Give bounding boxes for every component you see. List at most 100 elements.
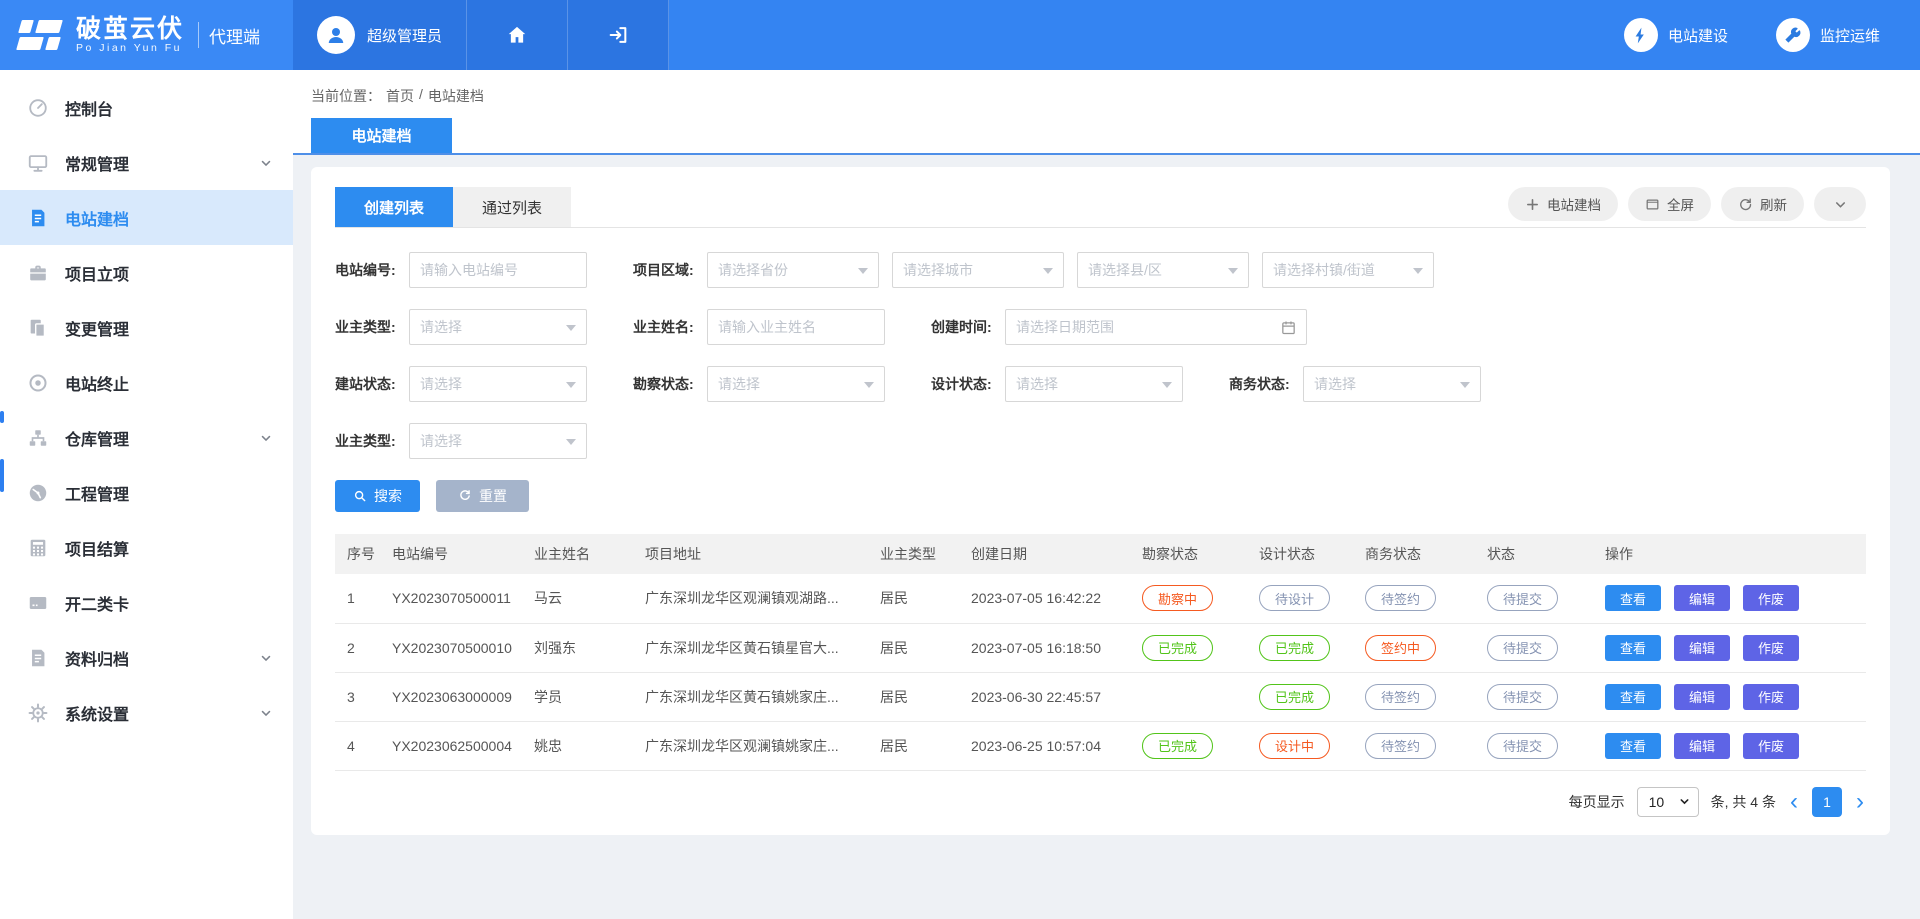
reset-button[interactable]: 重置: [436, 480, 529, 512]
view-row-button[interactable]: 查看: [1605, 733, 1661, 759]
void-row-button[interactable]: 作废: [1743, 733, 1799, 759]
brand-logo-icon: [18, 17, 64, 53]
design-status-select[interactable]: 请选择: [1005, 366, 1183, 402]
owner-type-label: 业主类型:: [335, 317, 399, 337]
tab-create-list[interactable]: 创建列表: [335, 187, 453, 227]
fullscreen-button[interactable]: 全屏: [1628, 187, 1711, 221]
chevron-down-icon: [259, 156, 273, 170]
province-select[interactable]: 请选择省份: [707, 252, 879, 288]
station-build-action[interactable]: 电站建设: [1624, 18, 1728, 52]
status-status-cell: 待提交: [1475, 721, 1593, 770]
sidebar-item-console[interactable]: 控制台: [0, 80, 293, 135]
void-row-button[interactable]: 作废: [1743, 684, 1799, 710]
address-cell: 广东深圳龙华区观澜镇观湖路...: [633, 574, 868, 623]
brand-logo-block[interactable]: 破茧云伏 Po Jian Yun Fu 代理端: [0, 0, 293, 70]
design-status-cell: 设计中: [1247, 721, 1353, 770]
view-row-button[interactable]: 查看: [1605, 585, 1661, 611]
business-status-cell: 签约中: [1353, 623, 1475, 672]
tab-passed-list[interactable]: 通过列表: [453, 187, 571, 227]
wrench-icon: [1776, 18, 1810, 52]
sidebar-item-station-termination[interactable]: 电站终止: [0, 355, 293, 410]
page-number-button[interactable]: 1: [1812, 787, 1842, 817]
edit-row-button[interactable]: 编辑: [1674, 635, 1730, 661]
logout-button[interactable]: [568, 0, 669, 70]
void-row-button[interactable]: 作废: [1743, 585, 1799, 611]
breadcrumb-home-link[interactable]: 首页: [386, 86, 414, 106]
owner-cell: 姚忠: [522, 721, 633, 770]
business-status-select[interactable]: 请选择: [1303, 366, 1481, 402]
breadcrumb-prefix: 当前位置：: [311, 86, 381, 106]
survey-status-cell: 已完成: [1130, 721, 1247, 770]
edit-row-button[interactable]: 编辑: [1674, 684, 1730, 710]
owner-name-input[interactable]: [707, 309, 885, 345]
build-status-label: 建站状态:: [335, 374, 399, 394]
survey-status-cell: 勘察中: [1130, 574, 1247, 623]
design-status-cell: 已完成: [1247, 672, 1353, 721]
design-status-cell: 待设计: [1247, 574, 1353, 623]
view-row-button[interactable]: 查看: [1605, 635, 1661, 661]
search-icon: [353, 489, 367, 503]
pagination: 每页显示 10 条, 共 4 条 ‹ 1 ›: [335, 787, 1866, 817]
county-select[interactable]: 请选择县/区: [1077, 252, 1249, 288]
caret-down-icon: [566, 439, 576, 445]
sidebar-item-change-mgmt[interactable]: 变更管理: [0, 300, 293, 355]
collapse-button[interactable]: [1814, 187, 1866, 221]
chevron-down-icon: [259, 651, 273, 665]
refresh-button[interactable]: 刷新: [1721, 187, 1804, 221]
city-select[interactable]: 请选择城市: [892, 252, 1064, 288]
column-header: 业主类型: [868, 534, 959, 574]
home-button[interactable]: [467, 0, 568, 70]
owner-type-select[interactable]: 请选择: [409, 309, 587, 345]
briefcase-icon: [26, 261, 50, 285]
created-cell: 2023-07-05 16:42:22: [959, 574, 1130, 623]
add-station-button[interactable]: 电站建档: [1508, 187, 1618, 221]
survey-status-select[interactable]: 请选择: [707, 366, 885, 402]
caret-down-icon: [864, 382, 874, 388]
column-header: 项目地址: [633, 534, 868, 574]
sidebar-scrollbar-thumb[interactable]: [0, 459, 4, 492]
sidebar-item-data-archive[interactable]: 资料归档: [0, 630, 293, 685]
sidebar-item-project-settlement[interactable]: 项目结算: [0, 520, 293, 575]
code-cell: YX2023062500004: [380, 721, 522, 770]
search-button[interactable]: 搜索: [335, 480, 420, 512]
owner-type-2-select[interactable]: 请选择: [409, 423, 587, 459]
void-row-button[interactable]: 作废: [1743, 635, 1799, 661]
sidebar-item-system-settings[interactable]: 系统设置: [0, 685, 293, 740]
table-row: 4YX2023062500004姚忠广东深圳龙华区观澜镇姚家庄...居民2023…: [335, 721, 1866, 770]
sidebar-item-project-initiation[interactable]: 项目立项: [0, 245, 293, 300]
column-header: 商务状态: [1353, 534, 1475, 574]
station-code-input[interactable]: [409, 252, 587, 288]
view-row-button[interactable]: 查看: [1605, 684, 1661, 710]
status-badge: 待签约: [1365, 733, 1436, 759]
edit-row-button[interactable]: 编辑: [1674, 733, 1730, 759]
town-select[interactable]: 请选择村镇/街道: [1262, 252, 1434, 288]
sidebar-item-general-mgmt[interactable]: 常规管理: [0, 135, 293, 190]
current-user-button[interactable]: 超级管理员: [293, 0, 467, 70]
brand-name: 破茧云伏: [76, 16, 184, 42]
owner-cell: 刘强东: [522, 623, 633, 672]
chevron-down-icon: [1833, 197, 1848, 212]
total-count-label: 条, 共 4 条: [1711, 792, 1776, 812]
monitor-ops-action[interactable]: 监控运维: [1776, 18, 1880, 52]
page-tab-station-archive[interactable]: 电站建档: [311, 118, 452, 153]
home-icon: [506, 24, 528, 46]
create-time-range-input[interactable]: 请选择日期范围: [1005, 309, 1307, 345]
build-status-field: 建站状态: 请选择: [335, 366, 587, 402]
breadcrumb-separator: /: [419, 86, 423, 106]
station-table: 序号电站编号业主姓名项目地址业主类型创建日期勘察状态设计状态商务状态状态操作 1…: [335, 534, 1866, 771]
calculator-icon: [26, 536, 50, 560]
build-status-select[interactable]: 请选择: [409, 366, 587, 402]
sidebar-item-station-archive[interactable]: 电站建档: [0, 190, 293, 245]
business-status-cell: 待签约: [1353, 574, 1475, 623]
avatar: [317, 16, 355, 54]
next-page-button[interactable]: ›: [1854, 790, 1866, 814]
sidebar-item-engineering-mgmt[interactable]: 工程管理: [0, 465, 293, 520]
prev-page-button[interactable]: ‹: [1788, 790, 1800, 814]
sidebar-scrollbar-thumb[interactable]: [0, 411, 4, 423]
edit-row-button[interactable]: 编辑: [1674, 585, 1730, 611]
station-code-label: 电站编号:: [335, 260, 399, 280]
table-row: 2YX2023070500010刘强东广东深圳龙华区黄石镇星官大...居民202…: [335, 623, 1866, 672]
sidebar-item-warehouse-mgmt[interactable]: 仓库管理: [0, 410, 293, 465]
sidebar-item-open-class2-card[interactable]: 开二类卡: [0, 575, 293, 630]
per-page-select[interactable]: 10: [1637, 787, 1699, 817]
